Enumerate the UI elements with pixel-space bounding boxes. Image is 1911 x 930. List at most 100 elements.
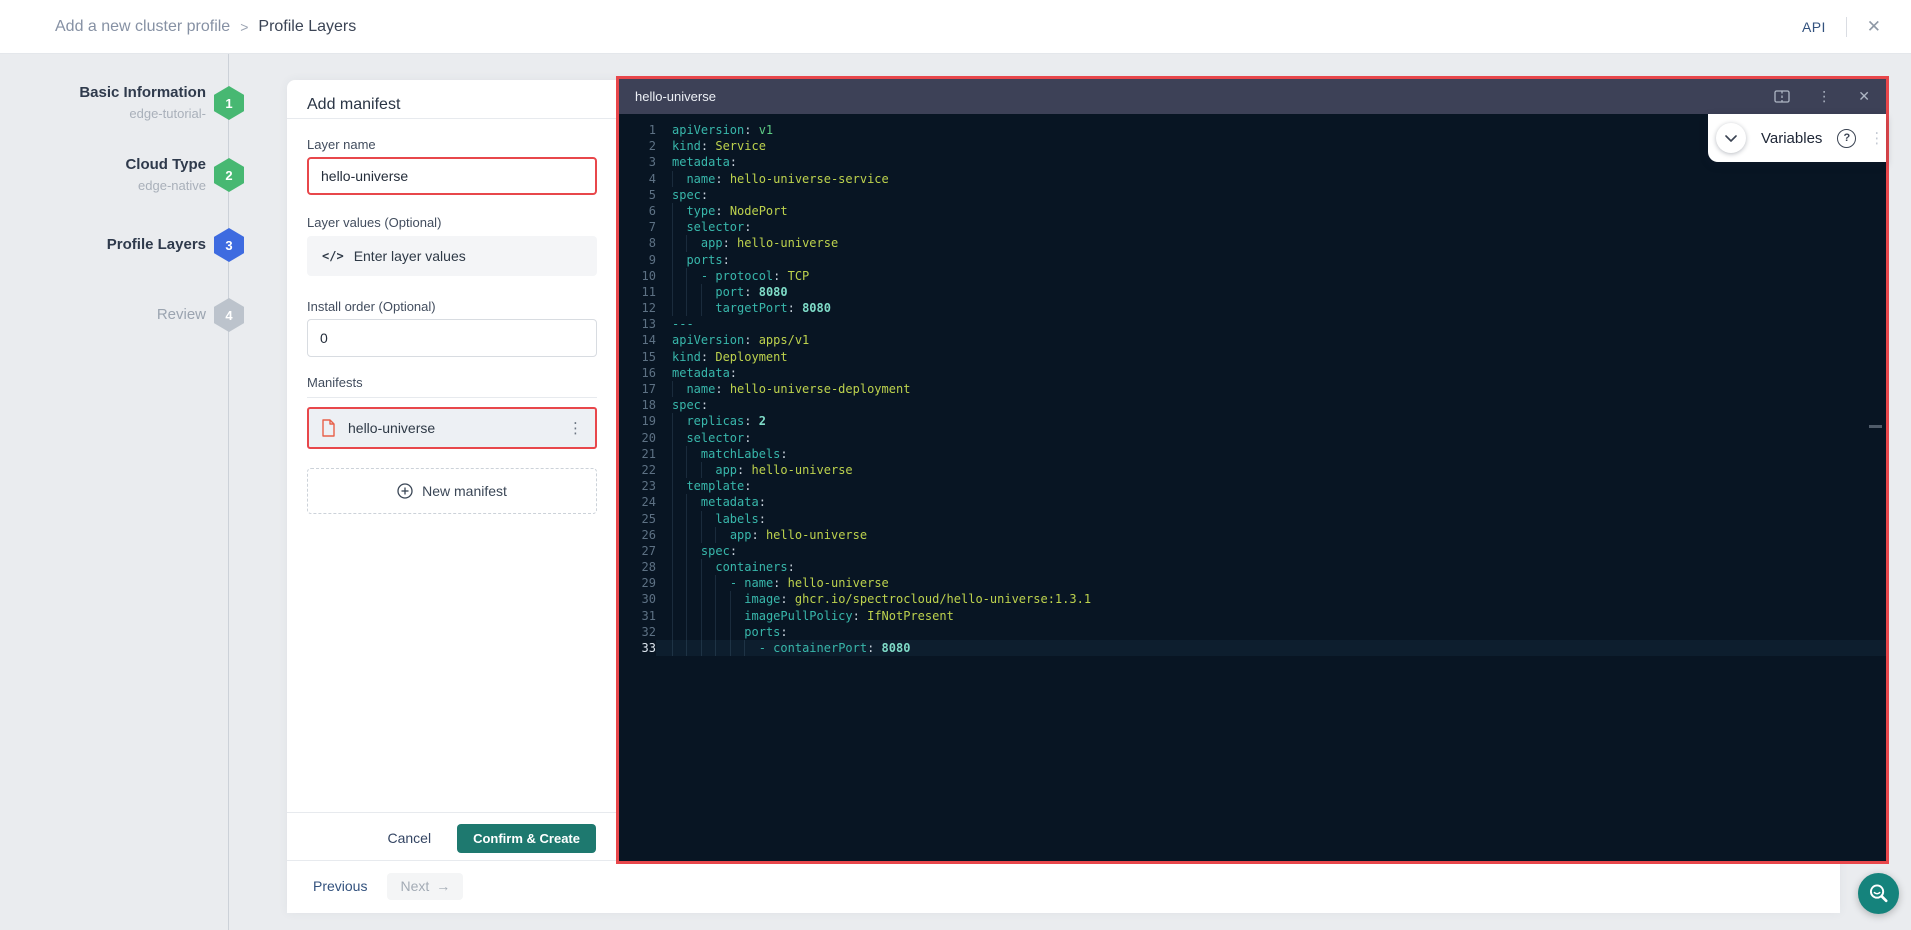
- line-number: 8: [619, 235, 656, 251]
- editor-close-icon[interactable]: ✕: [1858, 90, 1870, 104]
- line-number: 18: [619, 397, 656, 413]
- code-line: 25 labels:: [619, 511, 1886, 527]
- line-number: 11: [619, 284, 656, 300]
- line-number: 4: [619, 171, 656, 187]
- editor-title: hello-universe: [635, 89, 716, 104]
- variables-collapse-button[interactable]: [1716, 123, 1746, 153]
- stepper-step[interactable]: Profile Layers3: [0, 223, 260, 267]
- code-line: 21 matchLabels:: [619, 446, 1886, 462]
- panel-title: Add manifest: [307, 96, 400, 114]
- chevron-down-icon: [1725, 135, 1737, 142]
- panel-actions: Cancel Confirm & Create: [287, 818, 616, 858]
- stepper-step[interactable]: Cloud Type edge-native 2: [0, 153, 260, 197]
- line-number: 15: [619, 349, 656, 365]
- code-line-content: apiVersion: v1: [656, 122, 1886, 138]
- line-number: 25: [619, 511, 656, 527]
- code-line-content: - containerPort: 8080: [656, 640, 1886, 656]
- code-line: 19 replicas: 2: [619, 413, 1886, 429]
- code-line-content: - name: hello-universe: [656, 575, 1886, 591]
- next-button[interactable]: Next →: [387, 873, 463, 900]
- code-line: 16metadata:: [619, 365, 1886, 381]
- code-line: 23 template:: [619, 478, 1886, 494]
- magnifier-smile-icon: [1867, 882, 1890, 905]
- previous-button[interactable]: Previous: [313, 878, 367, 894]
- breadcrumb-parent[interactable]: Add a new cluster profile: [55, 18, 230, 36]
- editor-menu-icon[interactable]: ⋮: [1817, 90, 1831, 104]
- code-line: 22 app: hello-universe: [619, 462, 1886, 478]
- code-line: 17 name: hello-universe-deployment: [619, 381, 1886, 397]
- help-search-button[interactable]: [1858, 873, 1899, 914]
- line-number: 30: [619, 591, 656, 607]
- new-manifest-button[interactable]: New manifest: [307, 468, 597, 514]
- code-line: 27 spec:: [619, 543, 1886, 559]
- code-editor[interactable]: 1apiVersion: v12kind: Service3metadata:4…: [619, 114, 1886, 861]
- code-line: 24 metadata:: [619, 494, 1886, 510]
- next-button-label: Next: [400, 878, 429, 894]
- install-order-input[interactable]: [307, 319, 597, 357]
- breadcrumb: Add a new cluster profile > Profile Laye…: [55, 18, 356, 36]
- line-number: 23: [619, 478, 656, 494]
- step-indicator[interactable]: 2: [214, 158, 244, 192]
- code-line: 20 selector:: [619, 430, 1886, 446]
- code-line: 6 type: NodePort: [619, 203, 1886, 219]
- code-line: 10 - protocol: TCP: [619, 268, 1886, 284]
- code-line: 11 port: 8080: [619, 284, 1886, 300]
- code-line-content: imagePullPolicy: IfNotPresent: [656, 608, 1886, 624]
- editor-titlebar-actions: ⋮ ✕: [1774, 90, 1870, 104]
- help-icon[interactable]: ?: [1837, 129, 1856, 148]
- manifest-editor-panel: hello-universe ⋮ ✕ 1apiVersion: v12kind:…: [616, 76, 1889, 864]
- editor-scrollbar-marker[interactable]: [1869, 425, 1882, 428]
- step-indicator[interactable]: 4: [214, 298, 244, 332]
- stepper-step[interactable]: Review4: [0, 293, 260, 337]
- close-wizard-icon[interactable]: ✕: [1867, 17, 1881, 37]
- code-line-content: name: hello-universe-service: [656, 171, 1886, 187]
- code-line: 14apiVersion: apps/v1: [619, 332, 1886, 348]
- code-line-content: kind: Deployment: [656, 349, 1886, 365]
- code-line-content: containers:: [656, 559, 1886, 575]
- code-line-content: ports:: [656, 252, 1886, 268]
- api-button[interactable]: API: [1802, 19, 1826, 35]
- code-line-content: name: hello-universe-deployment: [656, 381, 1886, 397]
- code-line-content: ---: [656, 316, 1886, 332]
- step-labels: Cloud Type edge-native: [125, 155, 206, 195]
- line-number: 9: [619, 252, 656, 268]
- line-number: 5: [619, 187, 656, 203]
- step-title: Basic Information: [79, 83, 206, 103]
- code-line-content: matchLabels:: [656, 446, 1886, 462]
- split-view-icon[interactable]: [1774, 90, 1790, 103]
- code-line-content: type: NodePort: [656, 203, 1886, 219]
- step-indicator[interactable]: 1: [214, 86, 244, 120]
- panel-header-divider: [287, 118, 616, 119]
- code-line: 5spec:: [619, 187, 1886, 203]
- variables-menu-icon[interactable]: ⋮: [1869, 131, 1884, 146]
- code-line-content: template:: [656, 478, 1886, 494]
- code-line-content: selector:: [656, 219, 1886, 235]
- editor-titlebar: hello-universe ⋮ ✕: [619, 79, 1886, 114]
- line-number: 20: [619, 430, 656, 446]
- code-line-content: app: hello-universe: [656, 462, 1886, 478]
- code-line-content: metadata:: [656, 494, 1886, 510]
- enter-layer-values-button[interactable]: </> Enter layer values: [307, 236, 597, 276]
- step-title: Cloud Type: [125, 155, 206, 175]
- code-line: 29 - name: hello-universe: [619, 575, 1886, 591]
- code-line: 28 containers:: [619, 559, 1886, 575]
- stepper-step[interactable]: Basic Informationedge-tutorial-1: [0, 81, 260, 125]
- manifest-list-item[interactable]: hello-universe ⋮: [307, 407, 597, 449]
- code-line-content: selector:: [656, 430, 1886, 446]
- enter-layer-values-label: Enter layer values: [354, 248, 466, 264]
- confirm-create-button[interactable]: Confirm & Create: [457, 824, 596, 853]
- breadcrumb-separator-icon: >: [240, 19, 248, 35]
- step-subtitle: edge-native: [125, 177, 206, 195]
- top-header: Add a new cluster profile > Profile Laye…: [0, 0, 1911, 54]
- line-number: 17: [619, 381, 656, 397]
- arrow-right-icon: →: [436, 878, 450, 894]
- cancel-button[interactable]: Cancel: [387, 830, 431, 846]
- manifest-menu-icon[interactable]: ⋮: [568, 421, 583, 436]
- code-icon: </>: [322, 249, 344, 263]
- step-indicator[interactable]: 3: [214, 228, 244, 262]
- manifests-label: Manifests: [307, 375, 363, 390]
- manifest-file-icon: [321, 419, 336, 437]
- code-line: 8 app: hello-universe: [619, 235, 1886, 251]
- code-line: 7 selector:: [619, 219, 1886, 235]
- layer-name-input[interactable]: [307, 157, 597, 195]
